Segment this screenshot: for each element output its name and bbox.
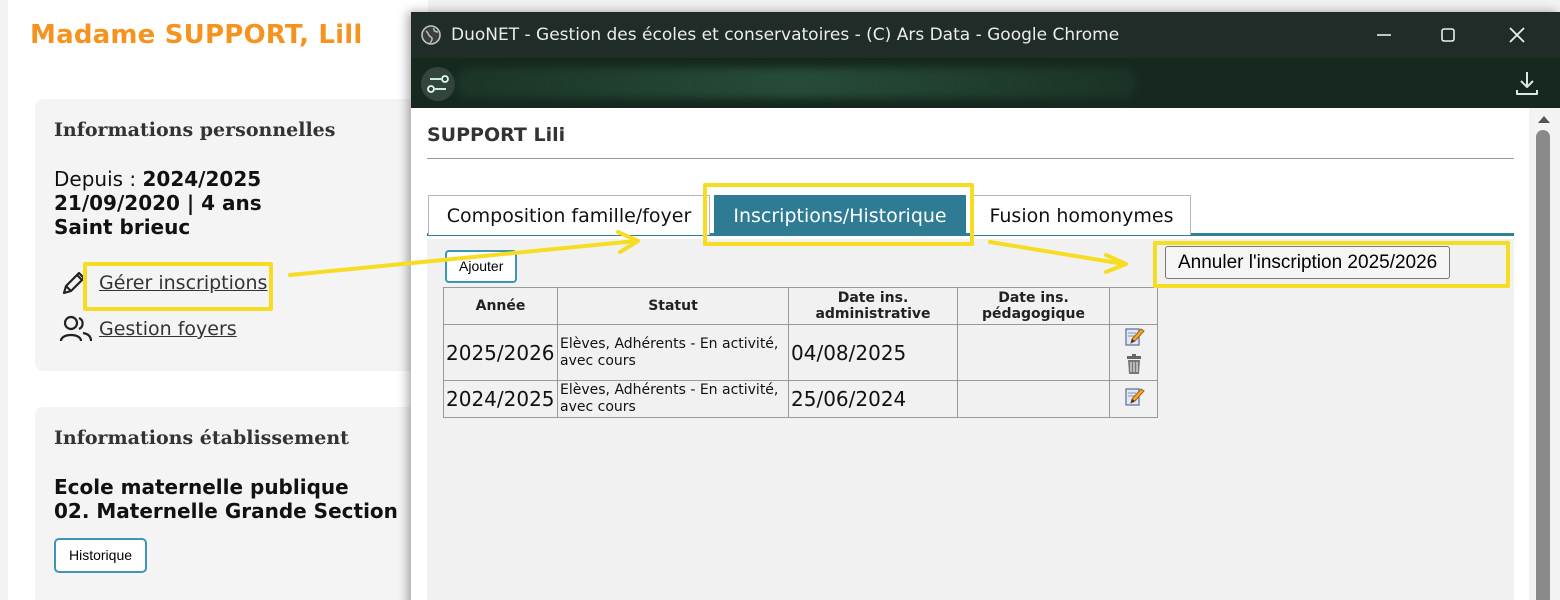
registrations-panel: Ajouter Annuler l'inscription 2025/2026 … [427,239,1514,600]
tab-merge-homonyms[interactable]: Fusion homonymes [972,195,1191,235]
trash-icon[interactable] [1123,353,1145,379]
registrations-table: Année Statut Date ins. administrative Da… [443,287,1158,418]
vertical-scrollbar[interactable] [1529,108,1560,600]
cell-status: Elèves, Adhérents - En activité, avec co… [557,380,789,418]
close-icon[interactable] [1505,23,1529,47]
tab-family-composition[interactable]: Composition famille/foyer [428,195,710,235]
person-name: Madame SUPPORT, Lill [30,20,363,50]
student-summary-panel: Madame SUPPORT, Lill Informations person… [8,0,435,600]
minimize-icon[interactable] [1372,23,1396,47]
window-title: DuoNET - Gestion des écoles et conservat… [451,25,1120,45]
school-info-title: Informations établissement [54,427,349,449]
table-row[interactable]: 2024/2025 Elèves, Adhérents - En activit… [443,380,1158,418]
cancel-registration-button[interactable]: Annuler l'inscription 2025/2026 [1165,246,1451,279]
globe-icon [420,24,442,50]
browser-popup-window: DuoNET - Gestion des écoles et conservat… [411,12,1560,600]
header-peda-date: Date ins. pédagogique [957,287,1110,325]
address-bar[interactable] [411,58,1560,108]
cell-year: 2024/2025 [443,380,558,418]
tab-bar: Composition famille/foyer Inscriptions/H… [427,195,1514,236]
popup-content: SUPPORT Lili Composition famille/foyer I… [411,108,1529,600]
cell-peda-date [957,324,1110,381]
since-value: 2024/2025 [142,167,262,191]
download-icon[interactable] [1512,68,1542,98]
users-icon [59,314,93,344]
pencil-icon [59,268,89,298]
school-class: 02. Maternelle Grande Section [54,499,398,523]
header-year: Année [443,287,558,325]
cell-status: Elèves, Adhérents - En activité, avec co… [557,324,789,381]
history-button[interactable]: Historique [54,538,148,573]
personal-info-card: Informations personnelles Depuis : 2024/… [35,99,435,371]
manage-households-link[interactable]: Gestion foyers [99,318,237,340]
table-header-row: Année Statut Date ins. administrative Da… [443,287,1158,325]
scroll-thumb[interactable] [1536,130,1550,600]
table-row[interactable]: 2025/2026 Elèves, Adhérents - En activit… [443,324,1158,381]
window-titlebar[interactable]: DuoNET - Gestion des écoles et conservat… [411,12,1560,58]
personal-info-title: Informations personnelles [54,119,336,141]
school-name: Ecole maternelle publique [54,475,349,499]
cell-admin-date: 25/06/2024 [788,380,958,418]
edit-icon[interactable] [1123,386,1145,412]
since-label: Depuis : [54,167,143,191]
edit-icon[interactable] [1123,326,1145,352]
cell-actions [1109,380,1158,418]
tab-registrations-history[interactable]: Inscriptions/Historique [714,195,966,235]
scroll-up-icon[interactable] [1538,116,1550,123]
manage-registrations-link[interactable]: Gérer inscriptions [99,272,267,294]
popup-heading: SUPPORT Lili [427,124,566,146]
popup-inner: SUPPORT Lili Composition famille/foyer I… [426,108,1516,600]
header-admin-date: Date ins. administrative [788,287,958,325]
cell-actions [1109,324,1158,381]
since-line: Depuis : 2024/2025 [54,167,261,191]
manage-registrations-link-row[interactable]: Gérer inscriptions [59,268,267,298]
add-button[interactable]: Ajouter [445,250,518,283]
blurred-url [456,68,1136,98]
header-status: Statut [557,287,789,325]
city-line: Saint brieuc [54,215,191,239]
header-actions [1109,287,1158,325]
maximize-icon[interactable] [1436,23,1460,47]
cell-admin-date: 04/08/2025 [788,324,958,381]
site-settings-icon[interactable] [421,67,455,101]
school-info-card: Informations établissement Ecole materne… [35,407,435,600]
birth-line: 21/09/2020 | 4 ans [54,191,262,215]
cell-peda-date [957,380,1110,418]
manage-households-link-row[interactable]: Gestion foyers [59,314,237,344]
cell-year: 2025/2026 [443,324,558,381]
heading-divider [427,158,1514,159]
